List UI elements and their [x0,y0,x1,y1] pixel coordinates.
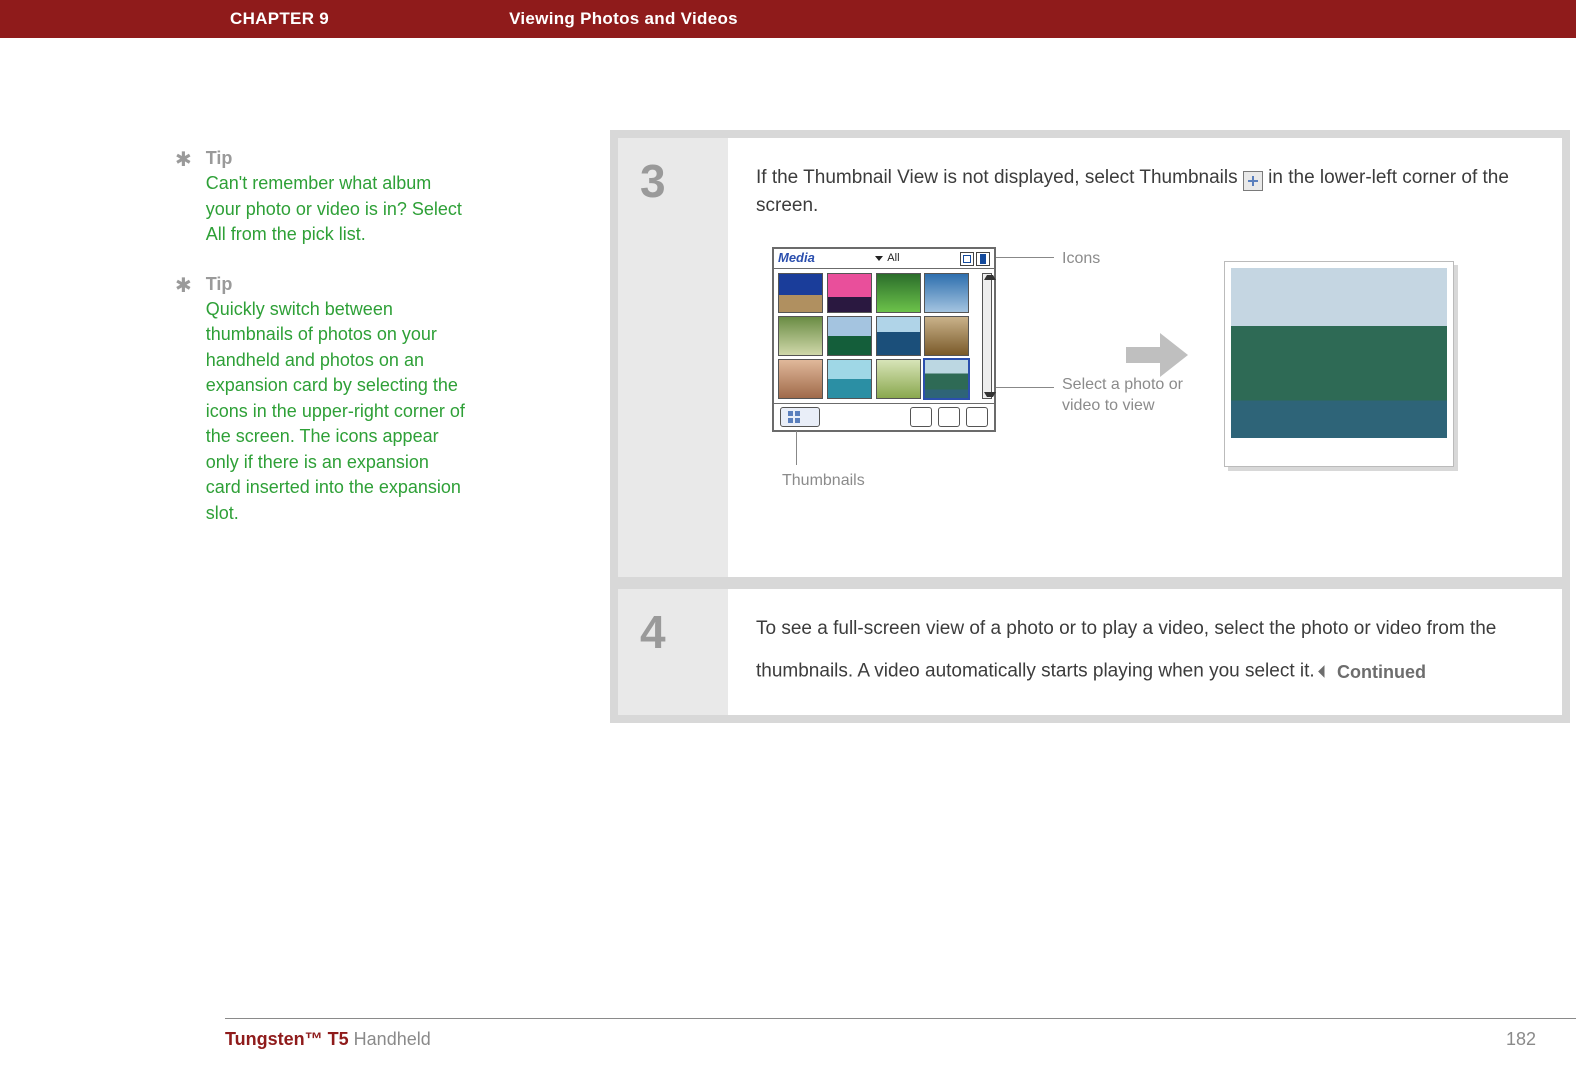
arrow-right-icon [1126,333,1188,377]
tip-label: Tip [206,148,465,169]
step-text: If the Thumbnail View is not displayed, … [756,167,1243,188]
palm-titlebar: Media All [774,249,994,269]
dropdown-icon [875,256,883,261]
product-name-rest: Handheld [349,1029,431,1049]
tips-sidebar: ✱ Tip Can't remember what album your pho… [175,148,465,553]
thumbnail [924,316,969,356]
thumbnail [778,316,823,356]
thumbnail [876,359,921,399]
palm-toolbar [774,404,994,430]
slideshow-icon [938,407,960,427]
continued-indicator: Continued [1320,659,1426,685]
thumbnail [827,359,872,399]
step-4: 4 To see a full-screen view of a photo o… [618,589,1562,715]
leader-line [996,387,1054,388]
scrollbar-vertical [982,273,992,399]
annotation-icons: Icons [1062,247,1100,270]
palm-app-name: Media [778,249,815,268]
tip-body: Tip Can't remember what album your photo… [206,148,465,248]
tip-item: ✱ Tip Can't remember what album your pho… [175,148,465,248]
step-3-illustration: Media All [756,247,1534,547]
photo-preview-image [1231,268,1447,438]
thumbnail [778,273,823,313]
palm-thumbnail-area [774,269,994,404]
palm-media-app: Media All [772,247,996,432]
palm-storage-icons [960,252,990,266]
page-footer: Tungsten™ T5 Handheld 182 [225,1018,1576,1050]
step-number: 4 [618,589,728,715]
tip-text: Can't remember what album your photo or … [206,171,465,248]
leader-line [796,431,797,465]
chapter-banner: CHAPTER 9 Viewing Photos and Videos [0,0,1576,38]
tip-item: ✱ Tip Quickly switch between thumbnails … [175,274,465,527]
chapter-number: CHAPTER 9 [230,9,329,29]
step-number: 3 [618,138,728,577]
leader-line [996,257,1054,258]
step-3: 3 If the Thumbnail View is not displayed… [618,138,1562,577]
tip-body: Tip Quickly switch between thumbnails of… [206,274,465,527]
continued-label: Continued [1337,659,1426,685]
annotation-thumbnails: Thumbnails [782,469,865,492]
thumbnail [876,316,921,356]
expansion-card-icon [976,252,990,266]
palm-picklist-value: All [887,251,899,267]
step-content: If the Thumbnail View is not displayed, … [728,138,1562,577]
thumbnails-button-icon [780,407,820,427]
thumbnail [924,273,969,313]
product-name-strong: Tungsten™ T5 [225,1029,349,1049]
copy-icon [966,407,988,427]
tip-label: Tip [206,274,465,295]
product-name: Tungsten™ T5 Handheld [225,1029,431,1050]
thumbnail-grid [778,273,970,399]
steps-panel: 3 If the Thumbnail View is not displayed… [610,130,1570,723]
tip-text: Quickly switch between thumbnails of pho… [206,297,465,527]
thumbnail [876,273,921,313]
thumbnail [778,359,823,399]
thumbnail [827,316,872,356]
mail-icon [910,407,932,427]
annotation-select: Select a photo or video to view [1062,375,1202,417]
continued-arrow-icon [1318,665,1331,678]
asterisk-icon: ✱ [175,150,192,248]
asterisk-icon: ✱ [175,276,192,527]
palm-picklist: All [815,251,960,267]
page-number: 182 [1506,1029,1536,1050]
thumbnails-icon [1243,171,1263,191]
step-content: To see a full-screen view of a photo or … [728,589,1562,715]
photo-preview [1224,261,1454,467]
handheld-icon [960,252,974,266]
thumbnail [924,359,969,399]
chapter-title: Viewing Photos and Videos [509,9,738,29]
thumbnail [827,273,872,313]
